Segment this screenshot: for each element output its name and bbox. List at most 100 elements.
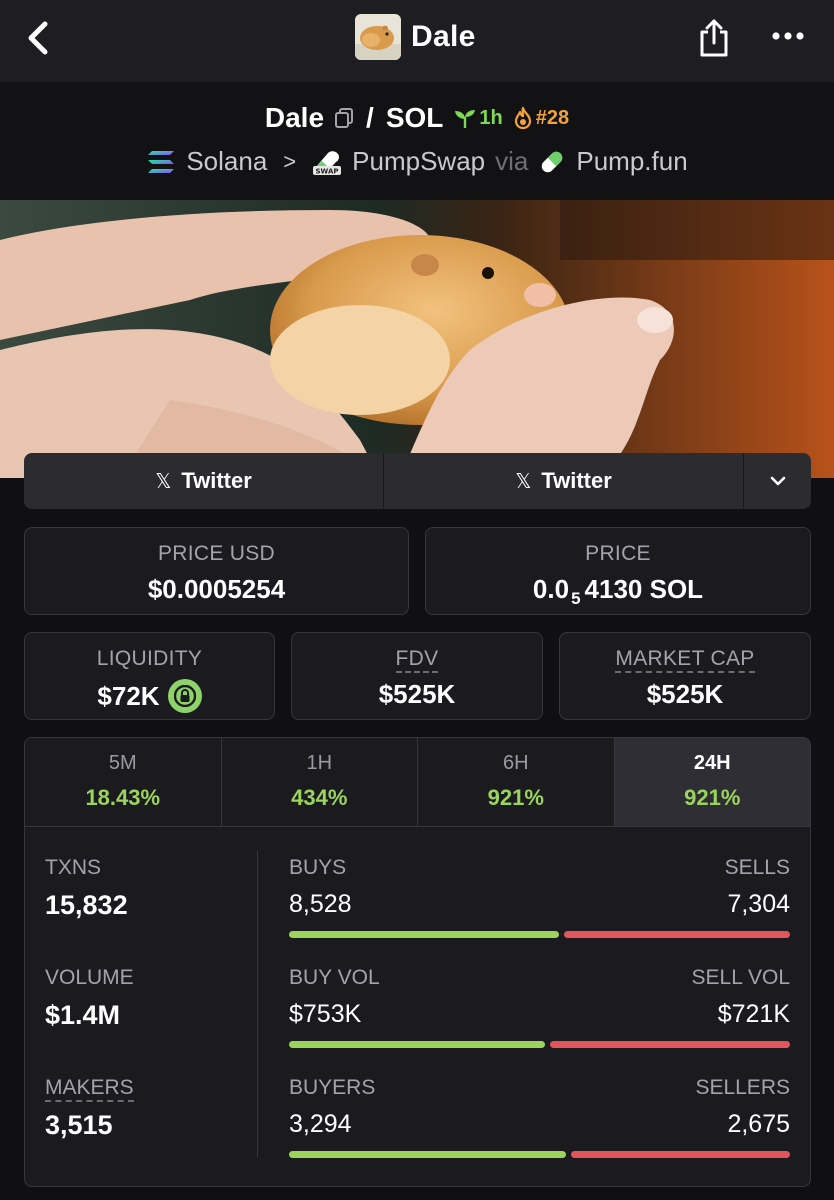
socials-bar: 𝕏 Twitter 𝕏 Twitter <box>24 453 811 509</box>
volume-stat: VOLUME $1.4M <box>45 966 245 1076</box>
sells-bar <box>564 931 790 938</box>
tab-24h[interactable]: 24H 921% <box>614 738 810 826</box>
sell-vol-label: SELL VOL <box>691 966 790 989</box>
price-usd-value: $0.0005254 <box>147 574 286 604</box>
liquidity-label: LIQUIDITY <box>96 647 203 670</box>
top-nav-bar: Dale <box>0 0 834 82</box>
lock-icon[interactable] <box>167 679 202 713</box>
market-cap-label[interactable]: MARKET CAP <box>615 647 755 673</box>
more-icon <box>772 32 804 40</box>
tab-label: 24H <box>693 752 731 774</box>
tab-label: 1H <box>306 752 333 774</box>
sellers-label: SELLERS <box>695 1076 790 1099</box>
tab-label: 6H <box>502 752 529 774</box>
buys-label: BUYS <box>289 856 347 879</box>
back-button[interactable] <box>18 18 58 58</box>
makers-stat: MAKERS 3,515 <box>45 1076 245 1186</box>
buyers-bar <box>289 1151 566 1158</box>
back-chevron-icon <box>28 21 48 55</box>
price-native-zero-count: 5 <box>571 589 581 608</box>
copy-icon[interactable] <box>334 107 354 129</box>
stats-panel: 5M 18.43% 1H 434% 6H 921% 24H 921% TXNS … <box>24 737 811 1187</box>
totals-column: TXNS 15,832 VOLUME $1.4M MAKERS 3,515 <box>45 856 245 1186</box>
txns-stat: TXNS 15,832 <box>45 856 245 966</box>
fdv-card: FDV $525K <box>291 632 543 720</box>
price-native-prefix: 0.0 <box>532 574 570 604</box>
buy-vol-bar <box>289 1041 545 1048</box>
token-banner-image <box>0 200 834 478</box>
more-options-button[interactable] <box>766 20 810 52</box>
page-title: Dale <box>411 20 476 53</box>
pair-header: Dale / SOL 1h #28 Solana > SWAP PumpSwap… <box>0 82 834 200</box>
price-native-card: PRICE 0.0 5 4130 SOL <box>425 527 811 615</box>
tab-5m[interactable]: 5M 18.43% <box>25 738 222 826</box>
buys-bar <box>289 931 560 938</box>
rank-label: #28 <box>535 106 570 129</box>
base-token-symbol: Dale <box>264 102 325 133</box>
tab-change: 921% <box>684 785 741 810</box>
share-icon <box>700 19 728 57</box>
tab-change: 18.43% <box>85 785 161 810</box>
tab-label: 5M <box>108 752 137 774</box>
pair-separator: / <box>366 102 374 133</box>
twitter-link-button[interactable]: 𝕏 Twitter <box>24 453 384 509</box>
tab-change: 921% <box>487 785 544 810</box>
svg-text:SWAP: SWAP <box>316 167 339 175</box>
solana-logo-icon <box>148 150 175 173</box>
makers-ratio-bar <box>289 1151 790 1158</box>
volume-split-stat: BUY VOL SELL VOL $753K $721K <box>289 966 790 1076</box>
twitter-link-label: Twitter <box>181 468 252 493</box>
makers-label[interactable]: MAKERS <box>45 1076 134 1102</box>
price-usd-label: PRICE USD <box>157 542 276 565</box>
sells-label: SELLS <box>724 856 790 879</box>
tab-6h[interactable]: 6H 921% <box>418 738 615 826</box>
chevron-down-icon <box>770 476 785 486</box>
pill-icon <box>542 151 563 172</box>
buy-vol-value: $753K <box>289 1000 362 1028</box>
sells-value: 7,304 <box>727 890 790 918</box>
timeframe-tabs: 5M 18.43% 1H 434% 6H 921% 24H 921% <box>25 738 810 827</box>
price-native-value: 0.0 5 4130 SOL <box>426 574 810 609</box>
buyers-value: 3,294 <box>289 1110 352 1138</box>
volume-label: VOLUME <box>45 966 134 989</box>
trending-rank-badge: #28 <box>513 107 569 130</box>
breadcrumb-chevron-icon: > <box>283 148 297 174</box>
txns-label: TXNS <box>45 856 102 879</box>
buys-sells-ratio-bar <box>289 931 790 938</box>
quote-token-symbol: SOL <box>385 102 444 133</box>
stats-divider <box>257 851 258 1157</box>
fdv-label[interactable]: FDV <box>395 647 439 673</box>
age-label: 1h <box>479 106 503 129</box>
sellers-value: 2,675 <box>727 1110 790 1138</box>
tab-change: 434% <box>291 785 348 810</box>
dex-link[interactable]: PumpSwap <box>352 146 485 177</box>
price-usd-card: PRICE USD $0.0005254 <box>24 527 409 615</box>
x-logo-icon: 𝕏 <box>155 470 172 493</box>
age-badge: 1h <box>453 106 503 130</box>
tab-1h[interactable]: 1H 434% <box>222 738 418 826</box>
flame-icon <box>514 107 531 129</box>
sellers-bar <box>570 1151 790 1158</box>
more-links-button[interactable] <box>744 453 811 509</box>
price-native-label: PRICE <box>585 542 651 565</box>
chain-link[interactable]: Solana <box>186 146 267 177</box>
seedling-icon <box>455 110 476 128</box>
market-cap-value: $525K <box>646 679 724 709</box>
makers-split-stat: BUYERS SELLERS 3,294 2,675 <box>289 1076 790 1186</box>
buys-value: 8,528 <box>289 890 352 918</box>
sell-vol-bar <box>550 1041 790 1048</box>
volume-ratio-bar <box>289 1041 790 1048</box>
twitter-link-label: Twitter <box>541 468 612 493</box>
liquidity-card: LIQUIDITY $72K <box>24 632 275 720</box>
share-button[interactable] <box>694 16 734 60</box>
liquidity-value-row: $72K <box>25 679 274 713</box>
fdv-value: $525K <box>378 679 456 709</box>
launchpad-link[interactable]: Pump.fun <box>576 146 687 177</box>
volume-value: $1.4M <box>45 1000 121 1030</box>
breadcrumb: Solana > SWAP PumpSwap via Pump.fun <box>0 146 834 177</box>
buys-sells-stat: BUYS SELLS 8,528 7,304 <box>289 856 790 966</box>
makers-value: 3,515 <box>45 1110 113 1140</box>
twitter-link-button-2[interactable]: 𝕏 Twitter <box>384 453 744 509</box>
buyers-label: BUYERS <box>289 1076 376 1099</box>
nav-title-group: Dale <box>355 13 476 61</box>
